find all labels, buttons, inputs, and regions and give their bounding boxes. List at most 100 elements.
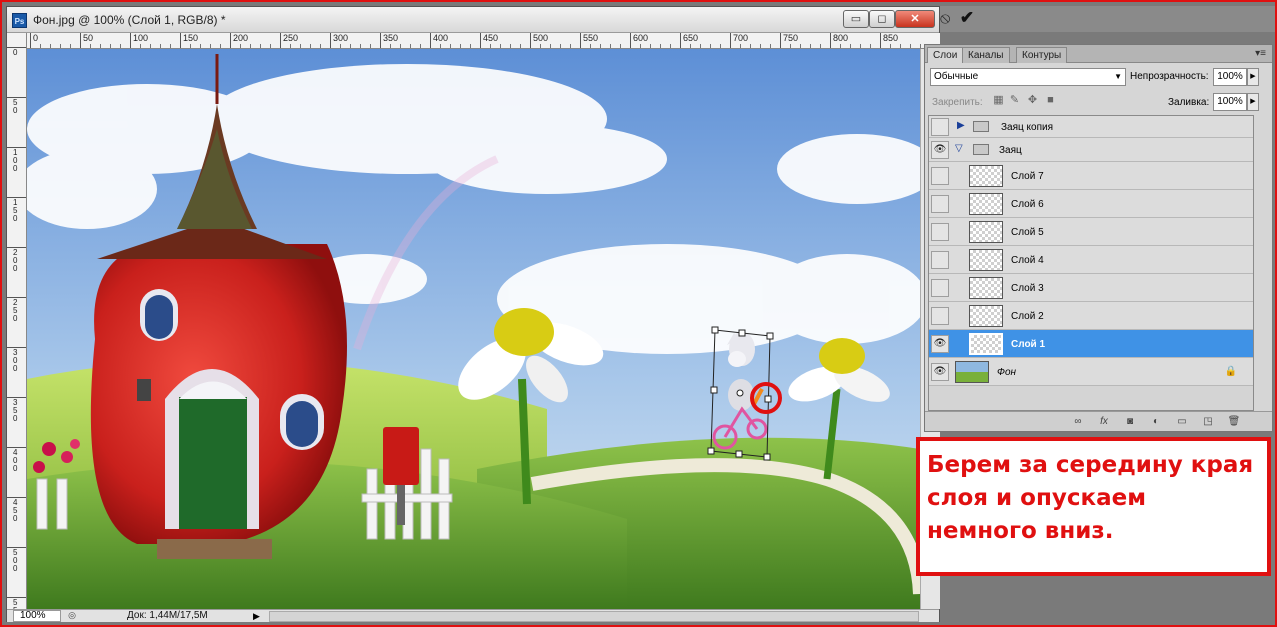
zoom-field[interactable]: 100% (13, 610, 61, 622)
lock-transparency-icon[interactable]: ▦ (992, 94, 1005, 107)
visibility-toggle[interactable] (931, 307, 949, 325)
ruler-minor-tick (490, 44, 491, 48)
layer-row-sloy-7[interactable]: Слой 7 (929, 162, 1253, 190)
expand-arrow-icon[interactable]: ▶ (957, 120, 965, 131)
ruler-minor-tick (810, 44, 811, 48)
layer-name: Заяц копия (1001, 122, 1053, 133)
ruler-minor-tick (60, 44, 61, 48)
link-icon[interactable]: ∞ (1071, 415, 1085, 429)
layer-thumbnail (969, 249, 1003, 271)
annotation-box: Берем за середину края слоя и опускаем н… (916, 437, 1271, 576)
ruler-minor-tick (210, 44, 211, 48)
ruler-minor-tick (620, 44, 621, 48)
layer-row-sloy-2[interactable]: Слой 2 (929, 302, 1253, 330)
ruler-tick-label: 3 5 0 (7, 397, 26, 423)
ruler-minor-tick (110, 44, 111, 48)
fill-field[interactable]: 100% (1213, 93, 1247, 111)
ruler-minor-tick (100, 44, 101, 48)
lock-all-icon[interactable]: ■ (1044, 94, 1057, 107)
fx-icon[interactable]: fx (1097, 415, 1111, 429)
ruler-minor-tick (350, 44, 351, 48)
layer-name: Слой 2 (1011, 311, 1044, 322)
commit-transform-icon[interactable]: ✔ (956, 7, 978, 29)
adjustment-icon[interactable]: ◐ (1149, 415, 1163, 429)
tab-layers[interactable]: Слои (927, 47, 964, 63)
ruler-minor-tick (450, 44, 451, 48)
layer-row-sloy-6[interactable]: Слой 6 (929, 190, 1253, 218)
visibility-toggle[interactable] (931, 118, 949, 136)
ruler-minor-tick (720, 44, 721, 48)
ruler-tick-label: 2 0 0 (7, 247, 26, 273)
lock-label: Закрепить: (932, 97, 983, 108)
mask-icon[interactable]: ◙ (1123, 415, 1137, 429)
ruler-minor-tick (570, 44, 571, 48)
layer-row-sloy-5[interactable]: Слой 5 (929, 218, 1253, 246)
visibility-toggle[interactable] (931, 251, 949, 269)
transform-options-bar: ⦸ ✔ (940, 6, 1275, 32)
layer-row-sloy-4[interactable]: Слой 4 (929, 246, 1253, 274)
opacity-field[interactable]: 100% (1213, 68, 1247, 86)
ruler-minor-tick (610, 44, 611, 48)
restore-button[interactable]: ◻ (869, 10, 895, 28)
visibility-toggle[interactable] (931, 279, 949, 297)
ruler-tick-label: 5 0 (7, 97, 26, 115)
minimize-button[interactable]: ▭ (843, 10, 869, 28)
ruler-minor-tick (910, 44, 911, 48)
ruler-minor-tick (440, 44, 441, 48)
layer-thumbnail (955, 361, 989, 383)
screenshot-frame: Ps Фон.jpg @ 100% (Слой 1, RGB/8) * ▭ ◻ … (0, 0, 1277, 627)
ruler-tick-label: 4 0 0 (7, 447, 26, 473)
layer-row-sloy-1[interactable]: 👁 Слой 1 (929, 330, 1253, 358)
lock-pixels-icon[interactable]: ✎ (1008, 94, 1021, 107)
opacity-slider-arrow-icon[interactable]: ▶ (1247, 68, 1259, 86)
trash-icon[interactable]: 🗑 (1227, 415, 1241, 429)
collapse-arrow-icon[interactable]: ▽ (955, 143, 963, 154)
ruler-minor-tick (700, 44, 701, 48)
close-button[interactable]: ✕ (895, 10, 935, 28)
horizontal-ruler[interactable]: 0 50 100 150 200 250 300 350 400 450 500 550 600 650 7… (27, 33, 940, 49)
visibility-toggle[interactable] (931, 223, 949, 241)
cancel-transform-icon[interactable]: ⦸ (940, 9, 952, 29)
layer-row-zayats[interactable]: 👁 ▽ Заяц (929, 138, 1253, 162)
ruler-tick-label: 1 5 0 (7, 197, 26, 223)
panel-menu-icon[interactable]: ▾≡ (1255, 48, 1266, 59)
folder-icon (973, 144, 989, 155)
ruler-minor-tick (870, 44, 871, 48)
ruler-minor-tick (90, 44, 91, 48)
document-titlebar[interactable]: Ps Фон.jpg @ 100% (Слой 1, RGB/8) * ▭ ◻ … (7, 7, 939, 33)
ruler-minor-tick (70, 44, 71, 48)
layer-name: Фон (997, 367, 1017, 378)
ruler-minor-tick (820, 44, 821, 48)
blend-mode-select[interactable]: Обычные ▼ (930, 68, 1126, 86)
eye-icon[interactable]: 👁 (931, 363, 949, 381)
ruler-tick-label: 0 (30, 33, 38, 48)
fill-slider-arrow-icon[interactable]: ▶ (1247, 93, 1259, 111)
layer-thumbnail (969, 165, 1003, 187)
layer-row-zayats-kopiya[interactable]: ▶ Заяц копия (929, 116, 1253, 138)
chevron-down-icon: ▼ (1114, 72, 1122, 81)
eye-icon[interactable]: 👁 (931, 335, 949, 353)
panel-footer: ∞ fx ◙ ◐ ▭ ◳ 🗑 (925, 411, 1272, 431)
ruler-tick-label: 50 (80, 33, 93, 48)
status-info-icon[interactable]: ◎ (65, 610, 79, 622)
vertical-ruler[interactable]: 0 5 0 1 0 0 1 5 0 2 0 0 2 5 0 3 0 0 3 5 0 4 0 0 4… (7, 33, 27, 609)
blend-mode-value: Обычные (934, 71, 979, 82)
ruler-minor-tick (800, 44, 801, 48)
ruler-minor-tick (120, 44, 121, 48)
eye-icon[interactable]: 👁 (931, 141, 949, 159)
visibility-toggle[interactable] (931, 195, 949, 213)
new-layer-icon[interactable]: ◳ (1201, 415, 1215, 429)
ruler-minor-tick (900, 44, 901, 48)
status-menu-arrow-icon[interactable]: ▶ (253, 610, 260, 622)
layer-row-fon[interactable]: 👁 Фон 🔒 (929, 358, 1253, 386)
new-group-icon[interactable]: ▭ (1175, 415, 1189, 429)
tab-channels[interactable]: Каналы (962, 47, 1010, 63)
horizontal-scrollbar[interactable] (269, 611, 919, 622)
ruler-tick-label: 1 0 0 (7, 147, 26, 173)
image-canvas[interactable] (27, 49, 920, 609)
visibility-toggle[interactable] (931, 167, 949, 185)
layer-row-sloy-3[interactable]: Слой 3 (929, 274, 1253, 302)
ruler-minor-tick (360, 44, 361, 48)
lock-position-icon[interactable]: ✥ (1026, 94, 1039, 107)
tab-paths[interactable]: Контуры (1016, 47, 1068, 63)
